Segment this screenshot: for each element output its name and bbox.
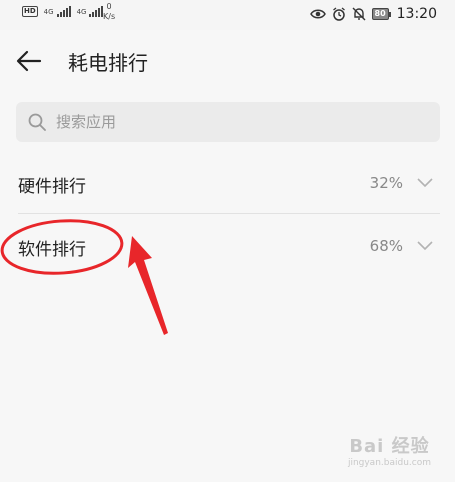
battery-ranking-screen: HD 4G 4G 0 K/s 80 13:20 耗电排行 搜索应用 硬件排行 3…: [0, 0, 455, 482]
watermark-logo: Bai 经验: [349, 436, 430, 457]
list-item-software-ranking[interactable]: 软件排行 68%: [0, 215, 455, 277]
alarm-clock-icon: [332, 7, 345, 21]
status-time: 13:20: [396, 6, 437, 22]
network-type-1: 4G: [43, 7, 54, 16]
page-title: 耗电排行: [68, 51, 148, 75]
watermark: Bai 经验 jingyan.baidu.com: [348, 432, 431, 468]
hd-badge: HD: [22, 6, 38, 17]
list-item-hardware-ranking[interactable]: 硬件排行 32%: [0, 152, 455, 214]
status-bar: HD 4G 4G 0 K/s 80 13:20: [0, 0, 455, 30]
signal-strength-icon: [89, 6, 104, 17]
back-arrow-icon: [16, 50, 42, 72]
network-type-2: 4G: [76, 7, 87, 16]
search-input[interactable]: [56, 102, 426, 142]
battery-icon: 80: [371, 8, 391, 20]
list-item-label: 软件排行: [18, 240, 86, 260]
status-right: 80 13:20: [309, 6, 437, 22]
list-item-label: 硬件排行: [18, 177, 86, 197]
bell-muted-icon: [352, 7, 365, 21]
title-bar: 耗电排行: [0, 30, 455, 92]
list-divider: [18, 213, 440, 214]
status-left: HD 4G 4G: [22, 6, 104, 17]
eye-icon: [309, 9, 326, 19]
battery-level: 80: [371, 8, 389, 20]
list-item-percentage: 68%: [369, 237, 403, 255]
search-box[interactable]: [16, 102, 440, 142]
back-button[interactable]: [14, 46, 44, 76]
list-item-percentage: 32%: [369, 174, 403, 192]
network-speed-unit: K/s: [103, 12, 116, 21]
chevron-down-icon[interactable]: [417, 176, 433, 188]
search-icon: [28, 113, 46, 131]
network-speed: 0 K/s: [103, 2, 115, 22]
network-speed-value: 0: [106, 2, 112, 11]
chevron-down-icon[interactable]: [417, 239, 433, 251]
signal-strength-icon: [56, 6, 71, 17]
watermark-url: jingyan.baidu.com: [347, 458, 431, 468]
